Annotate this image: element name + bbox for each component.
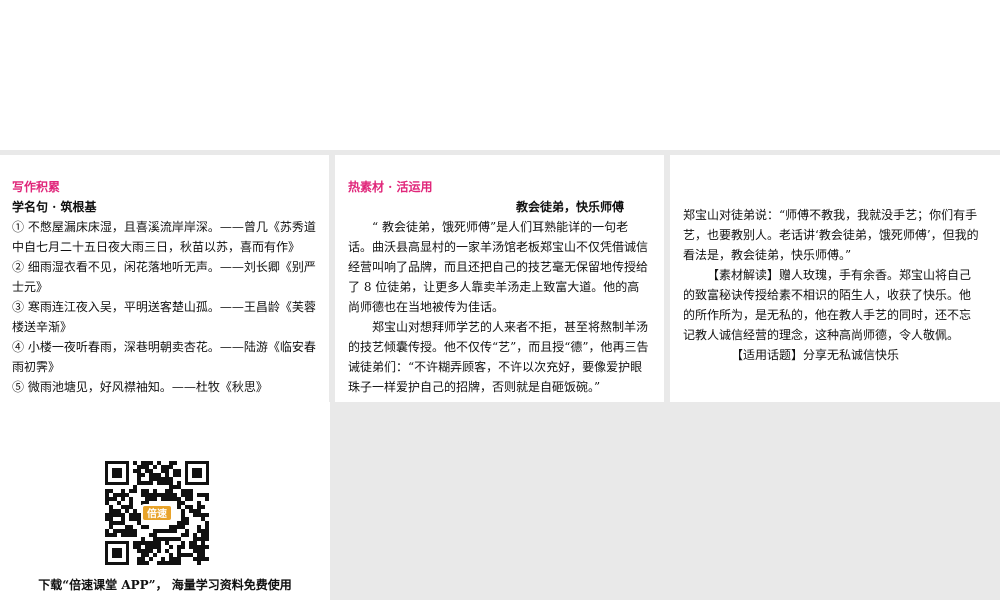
section-tag: 写作积累 <box>12 180 61 194</box>
quote-line-5: ⑤ 微雨池塘见，好风襟袖知。——杜牧《秋思》 <box>12 380 268 394</box>
quote-line-3: ③ 寒雨连江夜入吴，平明送客楚山孤。——王昌龄《芙蓉楼送辛渐》 <box>12 300 316 334</box>
top-blank-area <box>0 0 1000 150</box>
writing-accumulation-panel: 写作积累 学名句 · 筑根基 ① 不憋屋漏床床湿，且喜溪流岸岸深。——曾几《苏秀… <box>0 155 329 402</box>
qr-code[interactable]: 倍速 <box>105 461 209 565</box>
quote-line-1: ① 不憋屋漏床床湿，且喜溪流岸岸深。——曾几《苏秀道中自七月二十五日夜大雨三日，… <box>12 220 316 254</box>
article-paragraph-3: 郑宝山对徒弟说：“师傅不教我，我就没手艺；你们有手艺，也要教别人。老话讲‘教会徒… <box>683 208 979 262</box>
logo-text: 倍速 <box>147 507 167 520</box>
hot-material-panel: 热素材 · 活运用 教会徒弟，快乐师傅 “ 教会徒弟，饿死师傅”是人们耳熟能详的… <box>335 155 664 402</box>
article-paragraph-1: “ 教会徒弟，饿死师傅”是人们耳熟能详的一句老话。曲沃县高显村的一家羊汤馆老板郑… <box>348 220 649 314</box>
quote-line-2: ② 细雨湿衣看不见，闲花落地听无声。——刘长卿《别严士元》 <box>12 260 316 294</box>
section-heading: 学名句 · 筑根基 <box>12 200 97 214</box>
applicable-topic: 【适用话题】分享无私诚信快乐 <box>731 348 900 362</box>
material-interpretation-panel: 郑宝山对徒弟说：“师傅不教我，我就没手艺；你们有手艺，也要教别人。老话讲‘教会徒… <box>670 155 1000 402</box>
article-title: 教会徒弟，快乐师傅 <box>515 200 624 214</box>
material-interpretation: 【素材解读】赠人玫瑰，手有余香。郑宝山将自己的致富秘诀传授给素不相识的陌生人，收… <box>683 268 972 342</box>
promo-caption: 下载“倍速课堂 APP”， 海量学习资料免费使用 <box>38 578 292 592</box>
article-paragraph-2: 郑宝山对想拜师学艺的人来者不拒，甚至将熬制羊汤的技艺倾囊传授。他不仅传“艺”，而… <box>348 320 649 394</box>
section-tag: 热素材 · 活运用 <box>348 180 433 194</box>
empty-area <box>330 402 1000 600</box>
quote-line-4: ④ 小楼一夜听春雨，深巷明朝卖杏花。——陆游《临安春雨初霁》 <box>12 340 316 374</box>
qr-code-image: 倍速 <box>105 461 209 565</box>
app-promo: 倍速 下载“倍速课堂 APP”， 海量学习资料免费使用 <box>0 402 330 600</box>
